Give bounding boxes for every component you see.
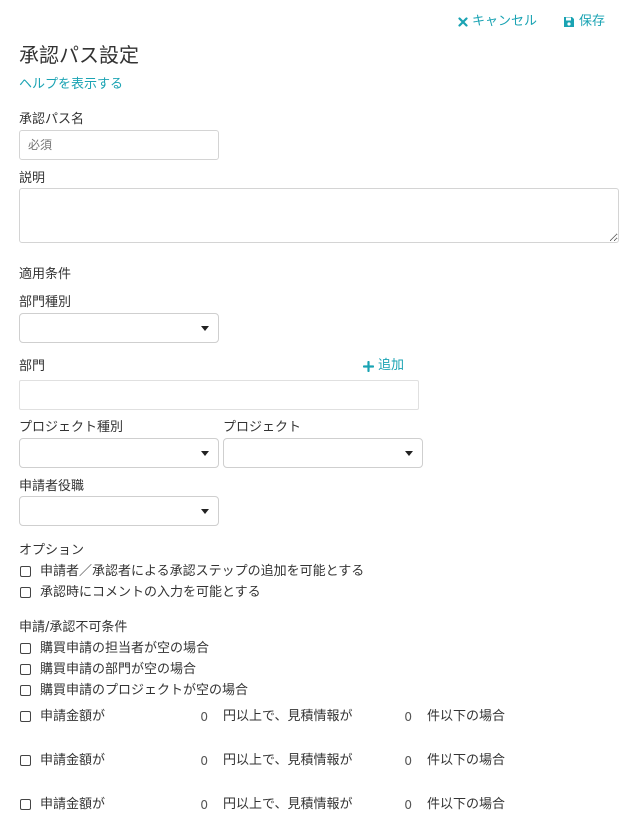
cancel-button[interactable]: キャンセル: [458, 14, 537, 30]
save-button[interactable]: 保存: [563, 14, 605, 30]
help-link[interactable]: ヘルプを表示する: [19, 77, 123, 93]
option-checkbox[interactable]: [20, 566, 31, 577]
applicant-role-label: 申請者役職: [19, 479, 85, 494]
count-value[interactable]: 0: [382, 709, 412, 725]
conditions-heading: 適用条件: [19, 267, 72, 282]
amount-value[interactable]: 0: [178, 753, 208, 769]
restrictions-heading: 申請/承認不可条件: [19, 620, 128, 635]
amount-suffix: 件以下の場合: [427, 753, 506, 768]
restriction-checkbox[interactable]: [20, 664, 31, 675]
amount-prefix: 申請金額が: [40, 797, 106, 812]
option-label: 申請者／承認者による承認ステップの追加を可能とする: [40, 564, 365, 579]
description-textarea[interactable]: [19, 188, 619, 243]
amount-suffix: 件以下の場合: [427, 709, 506, 724]
plus-icon: [363, 360, 374, 372]
amount-prefix: 申請金額が: [40, 709, 106, 724]
count-value[interactable]: 0: [382, 753, 412, 769]
approval-path-name-input[interactable]: [19, 130, 219, 160]
restriction-checkbox[interactable]: [20, 643, 31, 654]
amount-value[interactable]: 0: [178, 709, 208, 725]
amount-prefix: 申請金額が: [40, 753, 106, 768]
amount-row-checkbox[interactable]: [20, 711, 31, 722]
restriction-label: 購買申請の担当者が空の場合: [40, 641, 210, 656]
count-value[interactable]: 0: [382, 797, 412, 813]
caret-down-icon: [201, 326, 209, 331]
description-label: 説明: [19, 171, 46, 186]
options-heading: オプション: [19, 543, 85, 558]
amount-suffix: 件以下の場合: [427, 797, 506, 812]
add-label: 追加: [378, 358, 405, 373]
add-department-button[interactable]: 追加: [363, 358, 404, 374]
department-type-label: 部門種別: [19, 295, 72, 310]
caret-down-icon: [201, 451, 209, 456]
caret-down-icon: [405, 451, 413, 456]
project-select[interactable]: [223, 438, 423, 468]
page-title: 承認パス設定: [19, 43, 139, 67]
name-label: 承認パス名: [19, 112, 85, 127]
restriction-checkbox[interactable]: [20, 685, 31, 696]
amount-value[interactable]: 0: [178, 797, 208, 813]
amount-middle: 円以上で、見積情報が: [223, 797, 353, 812]
applicant-role-select[interactable]: [19, 496, 219, 526]
project-label: プロジェクト: [223, 420, 302, 435]
department-list[interactable]: [19, 380, 419, 410]
amount-row-checkbox[interactable]: [20, 799, 31, 810]
caret-down-icon: [201, 509, 209, 514]
amount-middle: 円以上で、見積情報が: [223, 753, 353, 768]
department-type-select[interactable]: [19, 313, 219, 343]
amount-row-checkbox[interactable]: [20, 755, 31, 766]
project-type-select[interactable]: [19, 438, 219, 468]
project-type-label: プロジェクト種別: [19, 420, 124, 435]
save-label: 保存: [579, 14, 606, 29]
restriction-label: 購買申請のプロジェクトが空の場合: [40, 683, 249, 698]
amount-middle: 円以上で、見積情報が: [223, 709, 353, 724]
close-icon: [458, 17, 468, 27]
cancel-label: キャンセル: [472, 14, 538, 29]
restriction-label: 購買申請の部門が空の場合: [40, 662, 197, 677]
option-checkbox[interactable]: [20, 587, 31, 598]
option-label: 承認時にコメントの入力を可能とする: [40, 585, 261, 600]
department-label: 部門: [19, 359, 46, 374]
save-icon: [564, 17, 574, 27]
